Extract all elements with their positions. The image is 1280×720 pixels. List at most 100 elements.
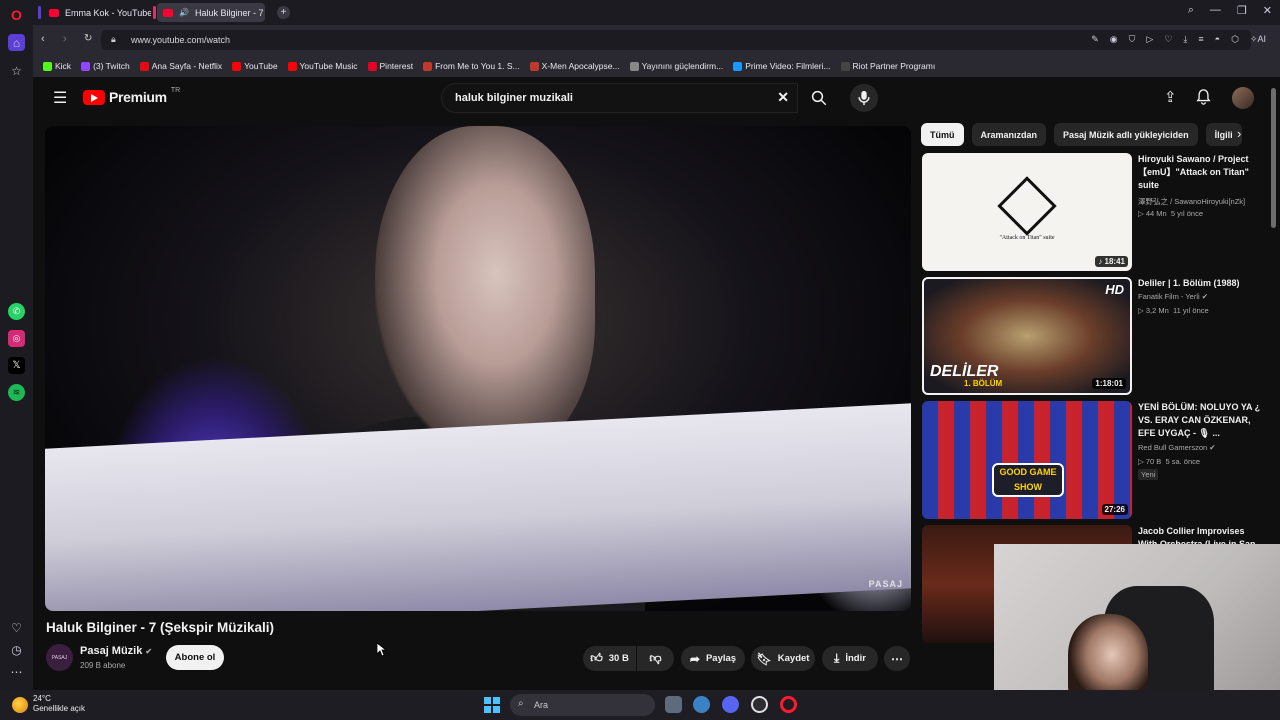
discord-icon[interactable] [722,696,739,713]
bookmark-item[interactable]: YouTube Music [287,61,358,71]
search-button[interactable] [798,83,840,113]
chip-all[interactable]: Tümü [921,123,964,146]
camera-icon[interactable]: ◉ [1110,34,1118,45]
youtube-favicon-icon [163,8,173,17]
bookmark-label: Ana Sayfa - Netflix [151,61,223,71]
x-icon[interactable]: 𝕏 [8,357,25,374]
opera-taskbar-icon[interactable] [780,696,797,713]
tab-emma-kok[interactable]: Emma Kok - YouTube [43,3,151,22]
video-figure-head [375,126,595,456]
favorite-icon[interactable]: ♡ [1164,34,1172,45]
recommendation-item[interactable]: HD DELİLER 1. BÖLÜM 1:18:01 Deliler | 1.… [922,277,1272,395]
dislike-button[interactable]: 👎︎ [637,646,674,671]
search-query: haluk bilginer muzikali [455,92,573,104]
extensions-icon[interactable]: ⬡ [1231,34,1239,45]
video-thumbnail: "Attack on Titan" suite ♪ 18:41 [922,153,1132,271]
weather-icon[interactable] [12,697,28,713]
opera-logo-icon[interactable]: O [8,6,25,23]
shield-icon[interactable]: ⛉ [1129,34,1136,45]
menu-icon[interactable]: ≡ [1198,34,1203,45]
recommendation-item[interactable]: GOOD GAME SHOW 27:26 YENİ BÖLÜM: NOLUYO … [922,401,1272,519]
whatsapp-icon[interactable]: ✆ [8,303,25,320]
bookmark-item[interactable]: Ana Sayfa - Netflix [139,61,223,71]
clear-search-icon[interactable]: ✕ [777,89,789,106]
more-icon[interactable]: ⋯ [8,663,25,680]
edit-icon[interactable]: ✎ [1091,34,1099,45]
mouse-cursor-icon [377,643,386,657]
spotify-icon[interactable]: ≋ [8,384,25,401]
maximize-icon[interactable]: ❐ [1237,4,1247,17]
bookmark-item[interactable]: Yayınını güçlendirm... [629,61,723,71]
like-button[interactable]: 👍︎ 30 B [583,646,636,671]
reload-icon[interactable]: ↻ [84,33,92,44]
upload-icon[interactable]: ⇪ [1164,88,1177,106]
new-tab-button[interactable]: + [277,6,290,19]
ai-icon[interactable]: ✧AI [1250,34,1266,45]
back-icon[interactable]: ‹ [41,33,45,45]
bookmark-item[interactable]: Riot Partner Programı [840,61,935,71]
tab-accent [38,6,41,19]
hd-badge: HD [1105,282,1124,297]
more-actions-button[interactable]: ⋯ [884,646,910,671]
forward-icon[interactable]: › [63,33,67,45]
like-count: 30 B [608,653,629,664]
hamburger-menu-icon[interactable]: ☰ [53,88,67,108]
download-label: İndir [845,653,866,664]
url-field[interactable]: 🔒︎ www.youtube.com/watch [101,30,1251,50]
save-button[interactable]: 🔖︎ Kaydet [751,646,815,671]
views-text: 44 Mn [1145,209,1167,218]
chip-from-search[interactable]: Aramanızdan [971,123,1047,146]
avatar[interactable] [1232,87,1254,109]
bookmark-favicon-icon [43,61,52,71]
recommendation-title: Deliler | 1. Bölüm (1988) [1138,278,1240,288]
channel-avatar[interactable]: PASAJ [46,644,73,671]
bookmark-item[interactable]: Pinterest [367,61,413,71]
download-icon[interactable]: ⤓ [1183,34,1187,45]
network-app-icon[interactable] [693,696,710,713]
task-view-icon[interactable] [665,696,682,713]
share-button[interactable]: ➦ Paylaş [681,646,745,671]
channel-name[interactable]: Pasaj Müzik ✔ [80,645,152,657]
chips-next-icon[interactable]: › [1237,126,1241,141]
minimize-icon[interactable]: — [1210,4,1221,17]
thumb-show-logo: GOOD GAME SHOW [992,463,1064,497]
player-icon[interactable]: ▷ [1146,34,1153,45]
subscribe-button[interactable]: Abone ol [166,645,224,670]
bookmark-item[interactable]: YouTube [232,61,278,71]
chip-from-uploader[interactable]: Pasaj Müzik adlı yükleyiciden [1054,123,1198,146]
youtube-premium-logo[interactable]: Premium TR [83,87,180,105]
download-button[interactable]: ⤓ İndir [822,646,878,671]
history-icon[interactable]: ◷ [8,641,25,658]
duration-badge: ♪ 18:41 [1095,256,1128,267]
recommendation-item[interactable]: "Attack on Titan" suite ♪ 18:41 Hiroyuki… [922,153,1272,271]
home-icon[interactable]: ⌂ [8,34,25,51]
voice-search-button[interactable] [850,84,878,112]
bookmark-icon: 🔖︎ [756,651,772,666]
thumbs-down-icon: 👎︎ [649,651,662,665]
bookmark-favicon-icon [232,61,242,71]
close-icon[interactable]: ✕ [1263,4,1272,17]
steam-icon[interactable] [751,696,768,713]
notifications-bell-icon[interactable] [1196,89,1211,105]
lock-icon: 🔒︎ [111,34,116,44]
search-tabs-icon[interactable]: ⌕ [1188,4,1194,17]
bookmark-item[interactable]: Kick [43,61,71,71]
heart-icon[interactable]: ♡ [8,619,25,636]
speed-dial-icon[interactable]: ☆ [8,62,25,79]
taskbar-search-input[interactable]: ⌕ Ara [510,694,655,716]
video-player[interactable]: PASAJ [45,126,911,611]
address-actions: ✎ ◉ ⛉ ▷ ♡ ⤓ ≡ ◓ ⬡ ✧AI [1091,34,1266,45]
profile-icon[interactable]: ◓ [1215,34,1220,45]
search-input[interactable]: haluk bilginer muzikali ✕ [441,83,798,113]
bookmark-item[interactable]: X-Men Apocalypse... [529,61,620,71]
windows-start-icon[interactable] [484,697,500,713]
instagram-icon[interactable]: ◎ [8,330,25,347]
bookmark-item[interactable]: (3) Twitch [81,61,130,71]
age-text: 5 sa. önce [1165,457,1201,466]
youtube-play-logo-icon [83,89,105,105]
bookmark-item[interactable]: From Me to You 1. S... [423,61,520,71]
bookmark-item[interactable]: Prime Video: Filmleri... [733,61,831,71]
speaker-icon[interactable]: 🔊 [179,8,189,17]
tab-haluk-bilginer[interactable]: 🔊 Haluk Bilginer - 7 (Şek [157,3,265,22]
bookmark-label: X-Men Apocalypse... [541,61,620,71]
